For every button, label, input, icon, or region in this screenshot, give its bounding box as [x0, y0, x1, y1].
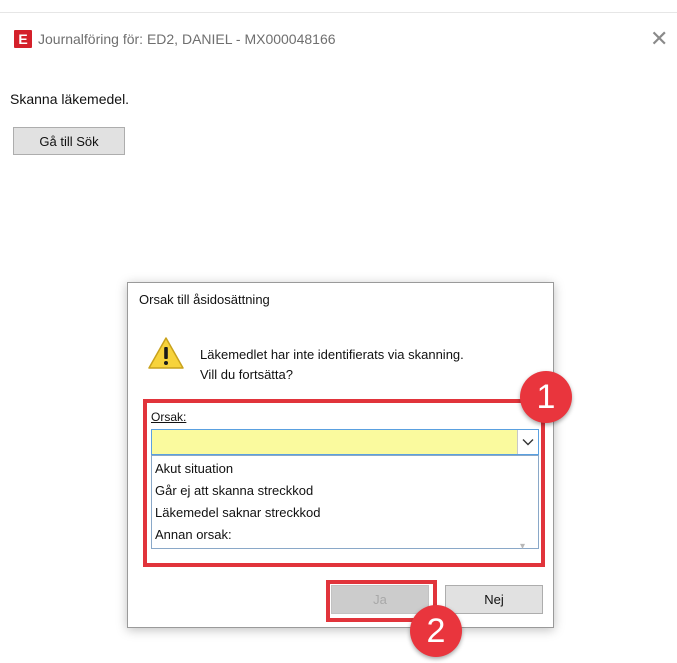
warning-icon [148, 337, 184, 369]
highlight-reason-box [143, 399, 545, 567]
dialog-message-line-1: Läkemedlet har inte identifierats via sk… [200, 347, 464, 362]
previous-window-strip [0, 0, 677, 20]
callout-1: 1 [520, 371, 572, 423]
callout-2: 2 [410, 605, 462, 657]
no-button[interactable]: Nej [445, 585, 543, 614]
dialog-message-line-2: Vill du fortsätta? [200, 367, 293, 382]
dialog-title: Orsak till åsidosättning [139, 292, 270, 307]
close-icon[interactable]: ✕ [650, 26, 668, 52]
divider [0, 12, 677, 13]
window-title: Journalföring för: ED2, DANIEL - MX00004… [38, 31, 336, 47]
title-bar: E Journalföring för: ED2, DANIEL - MX000… [0, 24, 677, 58]
app-logo-icon: E [14, 30, 32, 48]
go-to-search-button[interactable]: Gå till Sök [13, 127, 125, 155]
scan-instruction: Skanna läkemedel. [10, 91, 130, 107]
